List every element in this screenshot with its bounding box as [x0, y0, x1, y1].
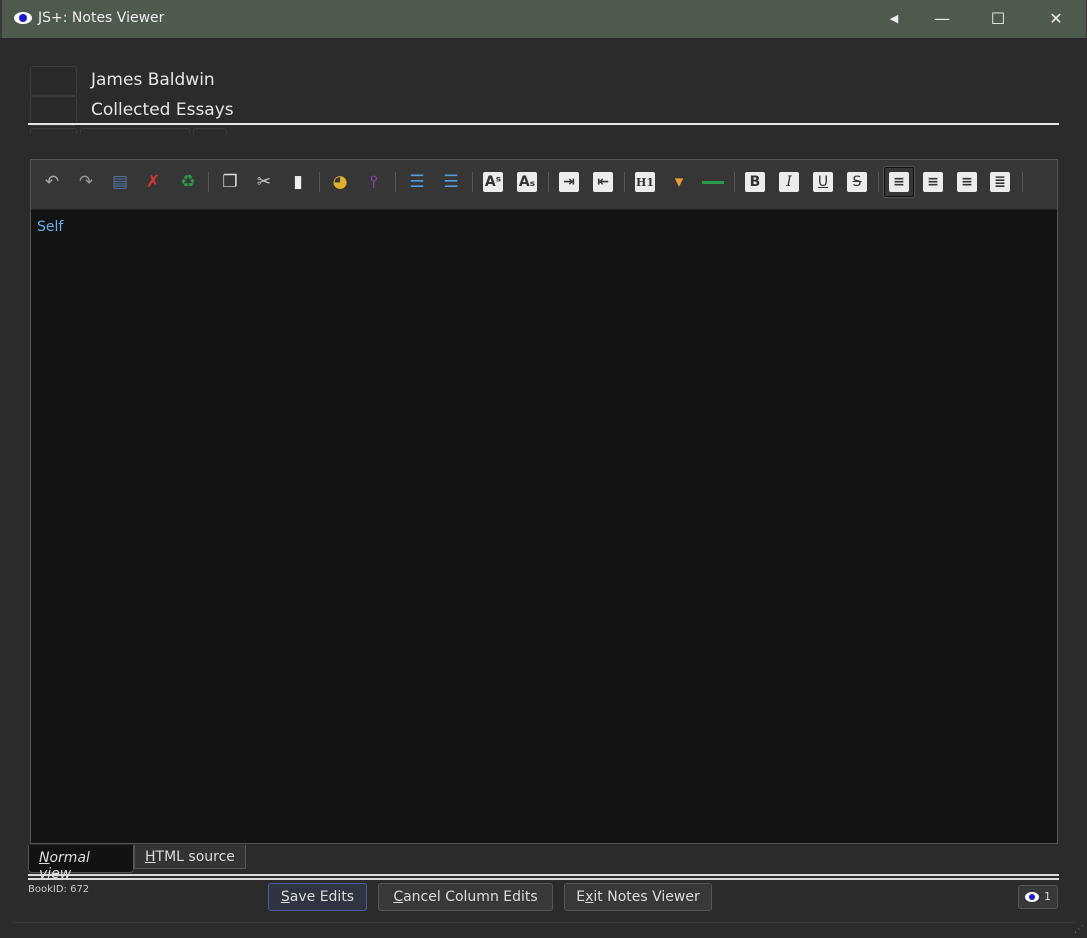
- toolbar-separator: [548, 172, 549, 192]
- resize-grip-icon[interactable]: ⋰: [1074, 924, 1084, 935]
- align-right-icon[interactable]: ≡: [954, 169, 980, 195]
- title-field-box[interactable]: [30, 96, 77, 126]
- toolbar-separator: [319, 172, 320, 192]
- maximize-button[interactable]: ☐: [972, 0, 1024, 38]
- collapse-icon[interactable]: ◀: [868, 0, 920, 38]
- tab-normal-view[interactable]: Normal view: [28, 845, 134, 882]
- toolbar-separator: [734, 172, 735, 192]
- toolbar-separator: [624, 172, 625, 192]
- header-divider: [28, 123, 1059, 125]
- heading-1-button[interactable]: H1: [632, 169, 658, 195]
- mnemonic: S: [280, 889, 290, 905]
- toolbar-separator: [208, 172, 209, 192]
- exit-notes-viewer-button[interactable]: Exit Notes Viewer: [564, 883, 712, 911]
- footer-divider: [28, 878, 1059, 880]
- toolbar-separator: [472, 172, 473, 192]
- tab-label-mnemonic: N: [39, 850, 50, 866]
- title-bar: JS+: Notes Viewer ◀ — ☐ ✕: [0, 0, 1087, 38]
- toolbar-separator: [395, 172, 396, 192]
- superscript-icon[interactable]: Aˢ: [480, 169, 506, 195]
- author-field-box[interactable]: [30, 66, 77, 96]
- header-tab-box: [193, 128, 227, 134]
- close-button[interactable]: ✕: [1030, 0, 1082, 38]
- label: ave Edits: [289, 889, 355, 905]
- new-document-icon[interactable]: ▤: [107, 169, 133, 195]
- mnemonic: C: [393, 889, 404, 905]
- tab-label-mnemonic: H: [145, 849, 156, 865]
- recycle-icon[interactable]: ♻: [175, 169, 201, 195]
- footer-divider: [28, 874, 1059, 876]
- copy-icon[interactable]: ❐: [217, 169, 243, 195]
- editor-content[interactable]: Self: [37, 219, 63, 235]
- header-tab-box: [80, 128, 190, 134]
- redo-icon[interactable]: ↷: [73, 169, 99, 195]
- paste-icon[interactable]: ▮: [285, 169, 311, 195]
- indent-icon[interactable]: ⇥: [556, 169, 582, 195]
- insert-block-icon[interactable]: ▾: [666, 169, 692, 195]
- clear-format-icon[interactable]: ✗: [140, 169, 166, 195]
- author-name: James Baldwin: [91, 70, 215, 90]
- book-id: BookID: 672: [28, 884, 90, 895]
- editor-toolbar: ↶ ↷ ▤ ✗ ♻ ❐ ✂ ▮ ◕ ⫯ ☰ ☰ Aˢ Aₛ ⇥ ⇤ H1 ▾ B…: [31, 160, 1057, 210]
- eye-icon: [1025, 892, 1039, 902]
- header-tab-box: [30, 128, 77, 134]
- tab-label: TML source: [155, 849, 235, 865]
- window-title: JS+: Notes Viewer: [38, 10, 165, 26]
- notes-editor[interactable]: ↶ ↷ ▤ ✗ ♻ ❐ ✂ ▮ ◕ ⫯ ☰ ☰ Aˢ Aₛ ⇥ ⇤ H1 ▾ B…: [30, 159, 1058, 844]
- align-justify-icon[interactable]: ≣: [987, 169, 1013, 195]
- minimize-button[interactable]: —: [916, 0, 968, 38]
- cancel-column-edits-button[interactable]: Cancel Column Edits: [378, 883, 553, 911]
- align-left-icon[interactable]: ≡: [884, 167, 914, 197]
- fill-color-icon[interactable]: ◕: [327, 169, 353, 195]
- label: ancel Column Edits: [403, 889, 538, 905]
- bold-icon[interactable]: B: [742, 169, 768, 195]
- label: E: [576, 889, 586, 905]
- cut-icon[interactable]: ✂: [251, 169, 277, 195]
- undo-icon[interactable]: ↶: [39, 169, 65, 195]
- viewers-button[interactable]: 1: [1018, 885, 1058, 909]
- unordered-list-icon[interactable]: ☰: [438, 169, 464, 195]
- book-title: Collected Essays: [91, 100, 234, 120]
- eye-icon: [14, 12, 32, 24]
- save-edits-button[interactable]: Save Edits: [268, 883, 367, 911]
- outdent-icon[interactable]: ⇤: [590, 169, 616, 195]
- underline-icon[interactable]: U: [810, 169, 836, 195]
- status-divider: [14, 922, 1074, 923]
- ordered-list-icon[interactable]: ☰: [404, 169, 430, 195]
- toolbar-separator: [1022, 172, 1023, 192]
- strikethrough-icon[interactable]: S: [844, 169, 870, 195]
- toolbar-separator: [878, 172, 879, 192]
- label: it Notes Viewer: [593, 889, 700, 905]
- horizontal-rule-icon[interactable]: [700, 169, 726, 195]
- align-center-icon[interactable]: ≡: [920, 169, 946, 195]
- viewer-count: 1: [1044, 890, 1051, 903]
- text-color-icon[interactable]: ⫯: [361, 169, 387, 195]
- tab-html-source[interactable]: HTML source: [134, 845, 246, 869]
- italic-icon[interactable]: I: [776, 169, 802, 195]
- subscript-icon[interactable]: Aₛ: [514, 169, 540, 195]
